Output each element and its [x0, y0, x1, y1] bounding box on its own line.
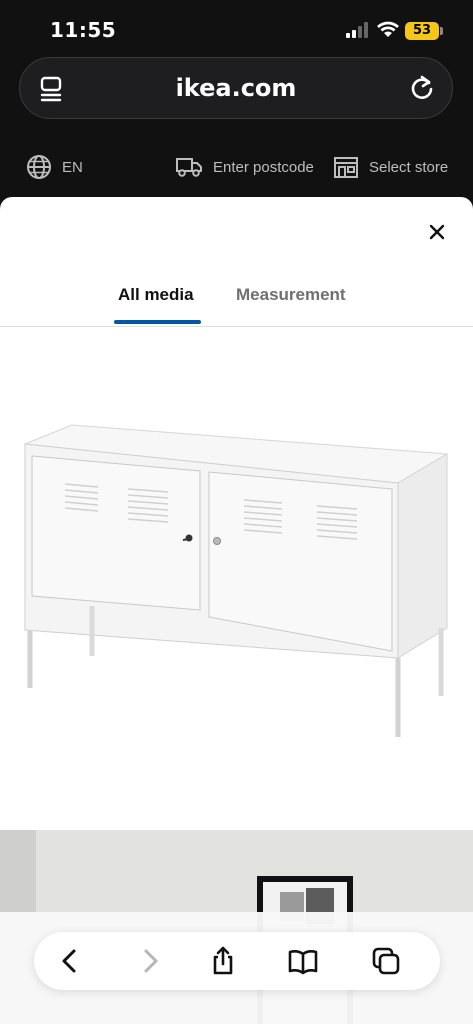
forward-icon[interactable]: [134, 945, 166, 977]
tabs-icon[interactable]: [370, 945, 402, 977]
tab-all-media[interactable]: All media: [118, 285, 194, 305]
share-icon[interactable]: [207, 945, 239, 977]
postcode-label: Enter postcode: [213, 158, 314, 176]
battery-tip: [440, 27, 443, 35]
status-bar: 11:55 53: [0, 0, 473, 56]
battery-indicator: 53: [405, 22, 439, 40]
language-label: EN: [62, 158, 83, 176]
browser-toolbar: [0, 912, 473, 1024]
delivery-truck-icon: [176, 158, 202, 177]
reload-icon[interactable]: [408, 74, 436, 102]
screen: 11:55 53 ikea.com EN Enter postcode Sele…: [0, 0, 473, 1024]
active-tab-indicator: [114, 320, 201, 324]
postcode-button[interactable]: Enter postcode: [175, 154, 314, 180]
cellular-signal-icon: [346, 22, 368, 38]
url-text[interactable]: ikea.com: [20, 74, 452, 102]
wifi-icon: [377, 21, 399, 37]
cabinet-illustration: [24, 424, 449, 737]
globe-icon: [27, 155, 51, 179]
store-label: Select store: [369, 158, 449, 176]
address-bar[interactable]: ikea.com: [19, 57, 453, 119]
toolbar-pill: [34, 932, 440, 990]
media-modal: All media Measurement: [0, 197, 473, 1024]
back-icon[interactable]: [54, 945, 86, 977]
store-icon: [334, 157, 358, 178]
tab-measurement[interactable]: Measurement: [236, 285, 346, 305]
close-icon[interactable]: [424, 219, 450, 245]
product-image[interactable]: [0, 328, 473, 828]
status-time: 11:55: [50, 18, 117, 42]
media-tabs: All media Measurement: [0, 267, 473, 327]
language-selector[interactable]: EN: [26, 154, 83, 180]
store-selector[interactable]: Select store: [333, 154, 448, 180]
bookmarks-icon[interactable]: [287, 945, 319, 977]
site-header-strip: EN Enter postcode Select store: [0, 140, 473, 196]
